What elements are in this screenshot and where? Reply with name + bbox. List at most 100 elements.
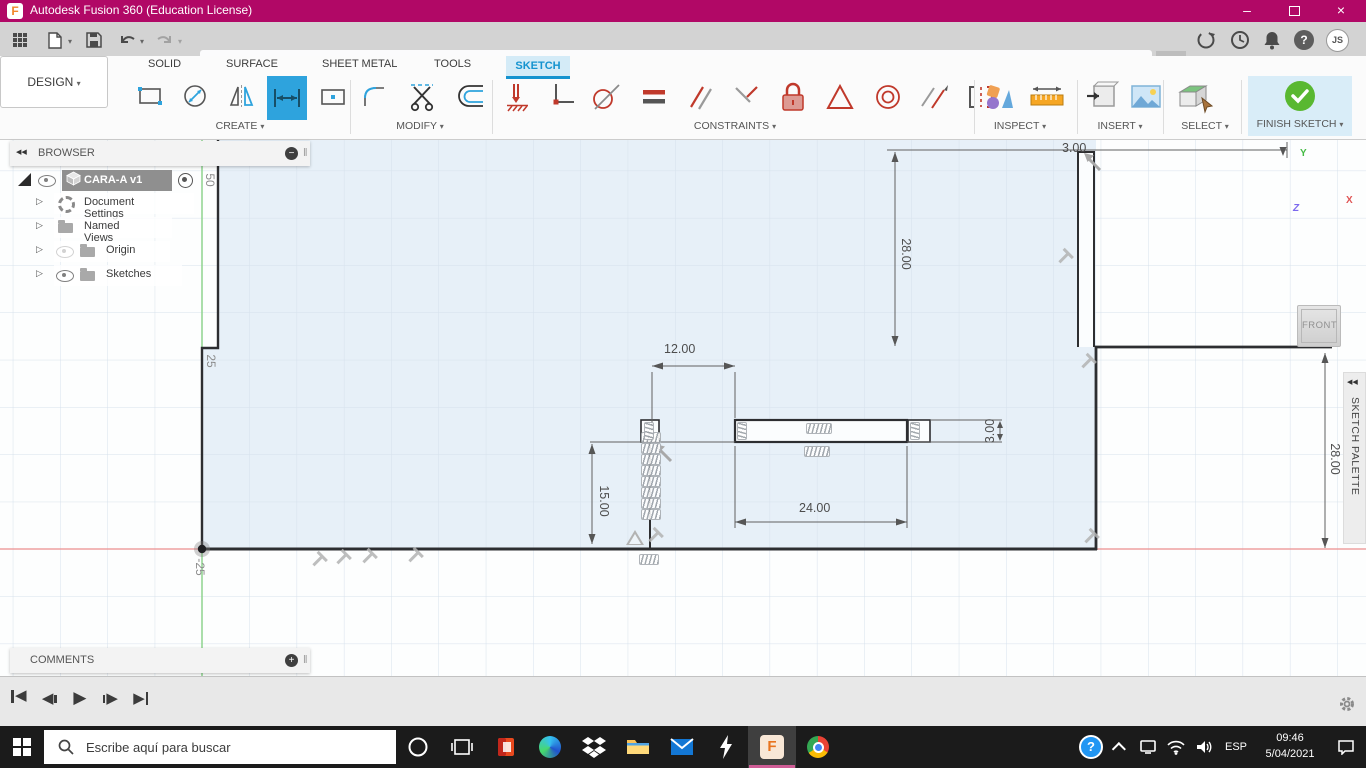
comments-grip-icon[interactable]: ‖ bbox=[303, 654, 308, 666]
mail-app-icon[interactable] bbox=[660, 726, 704, 768]
taskbar-clock[interactable]: 09:46 5/04/2021 bbox=[1254, 731, 1326, 763]
cortana-button[interactable] bbox=[396, 726, 440, 768]
tangent-constraint-icon[interactable] bbox=[585, 78, 629, 118]
rectangle-tool-icon[interactable] bbox=[132, 78, 172, 118]
row-label[interactable]: Origin bbox=[106, 244, 135, 256]
tray-help-icon[interactable]: ? bbox=[1074, 726, 1108, 768]
browser-panel-header[interactable]: ◀◀ BROWSER − ‖ bbox=[10, 141, 310, 166]
equal-constraint-glyph[interactable] bbox=[644, 422, 654, 440]
office-app-icon[interactable] bbox=[484, 726, 528, 768]
trim-tool-icon[interactable] bbox=[402, 78, 446, 118]
collinear-constraint-icon[interactable] bbox=[914, 78, 956, 118]
group-create-label[interactable]: CREATE ▾ bbox=[190, 120, 290, 132]
group-select-label[interactable]: SELECT ▾ bbox=[1155, 120, 1255, 132]
chrome-app-icon[interactable] bbox=[796, 726, 840, 768]
dimension-label-12[interactable]: 12.00 bbox=[664, 342, 695, 356]
point-tool-icon[interactable] bbox=[312, 78, 354, 118]
collapse-browser-icon[interactable]: ◀◀ bbox=[16, 148, 27, 156]
user-avatar[interactable]: JS bbox=[1326, 29, 1349, 52]
parallel-constraint-icon[interactable] bbox=[680, 78, 722, 118]
fillet-tool-icon[interactable] bbox=[356, 78, 398, 118]
dimension-label-28-right[interactable]: 28.00 bbox=[1328, 443, 1342, 474]
tab-solid[interactable]: SOLID bbox=[148, 58, 181, 70]
equal-constraint-glyph[interactable] bbox=[641, 465, 661, 476]
file-menu-caret-icon[interactable]: ▾ bbox=[68, 37, 72, 46]
tab-surface[interactable]: SURFACE bbox=[226, 58, 278, 70]
midpoint-constraint-icon[interactable] bbox=[819, 78, 863, 118]
file-icon[interactable] bbox=[48, 32, 62, 49]
equal-constraint-glyph[interactable] bbox=[641, 487, 661, 498]
dimension-label-3-top[interactable]: 3.00 bbox=[1062, 141, 1086, 155]
row-label[interactable]: Sketches bbox=[106, 268, 151, 280]
mirror-tool-icon[interactable] bbox=[221, 78, 263, 118]
select-tool-icon[interactable] bbox=[1172, 78, 1222, 118]
tray-connect-icon[interactable] bbox=[1134, 726, 1162, 768]
browser-minus-badge[interactable]: − bbox=[285, 147, 298, 160]
expander-icon[interactable]: ▷ bbox=[36, 220, 43, 231]
group-constraints-label[interactable]: CONSTRAINTS ▾ bbox=[680, 120, 790, 132]
equal-constraint-icon[interactable] bbox=[633, 78, 675, 118]
visibility-eye-off-icon[interactable] bbox=[56, 246, 74, 258]
equal-constraint-glyph[interactable] bbox=[641, 454, 661, 465]
workspace-selector[interactable]: DESIGN ▾ bbox=[0, 56, 108, 108]
expand-palette-icon[interactable]: ◀◀ bbox=[1347, 378, 1358, 386]
go-to-start-button[interactable]: ◀ bbox=[6, 685, 32, 707]
task-view-button[interactable] bbox=[440, 726, 484, 768]
tray-wifi-icon[interactable] bbox=[1162, 726, 1190, 768]
notifications-bell-icon[interactable] bbox=[1262, 30, 1282, 50]
job-status-icon[interactable] bbox=[1196, 30, 1216, 50]
offset-tool-icon[interactable] bbox=[451, 78, 495, 118]
visibility-eye-icon[interactable] bbox=[56, 270, 74, 282]
fix-unfix-constraint-icon[interactable] bbox=[773, 78, 815, 118]
equal-constraint-glyph[interactable] bbox=[641, 476, 661, 487]
equal-constraint-glyph[interactable] bbox=[641, 443, 661, 454]
file-explorer-icon[interactable] bbox=[616, 726, 660, 768]
equal-constraint-glyph[interactable] bbox=[737, 422, 747, 440]
dimension-label-24[interactable]: 24.00 bbox=[799, 501, 830, 515]
measure-tool-icon[interactable] bbox=[980, 78, 1022, 118]
language-indicator[interactable]: ESP bbox=[1218, 726, 1254, 768]
comments-panel-header[interactable]: COMMENTS + ‖ bbox=[10, 648, 310, 673]
circle-tool-icon[interactable] bbox=[176, 78, 216, 118]
go-to-end-button[interactable]: ▶ bbox=[128, 688, 154, 710]
timeline-settings-gear-icon[interactable] bbox=[1338, 695, 1356, 713]
comments-plus-badge[interactable]: + bbox=[285, 654, 298, 667]
equal-constraint-glyph[interactable] bbox=[641, 509, 661, 520]
sketch-dimension-tool-icon-active[interactable] bbox=[267, 76, 308, 120]
expander-icon[interactable]: ▷ bbox=[36, 244, 43, 255]
tray-chevron-icon[interactable] bbox=[1108, 726, 1134, 768]
lightning-app-icon[interactable] bbox=[704, 726, 748, 768]
maximize-button[interactable] bbox=[1271, 0, 1317, 22]
equal-constraint-glyph[interactable] bbox=[804, 446, 830, 457]
redo-caret-icon[interactable]: ▾ bbox=[178, 37, 182, 46]
midpoint-constraint-glyph[interactable] bbox=[626, 530, 644, 545]
sketch-canvas[interactable]: 12.00 24.00 3.00 3.00 15.00 28.00 28.00 … bbox=[0, 140, 1366, 711]
view-cube-front-face[interactable]: FRONT bbox=[1301, 309, 1337, 343]
action-center-icon[interactable] bbox=[1326, 726, 1366, 768]
equal-constraint-glyph[interactable] bbox=[639, 554, 659, 565]
recent-clock-icon[interactable] bbox=[1230, 30, 1250, 50]
tray-volume-icon[interactable] bbox=[1190, 726, 1218, 768]
expander-icon[interactable]: ▷ bbox=[36, 268, 43, 279]
step-back-button[interactable]: ◀ bbox=[36, 688, 62, 710]
search-input[interactable] bbox=[84, 738, 368, 756]
view-cube[interactable]: FRONT bbox=[1297, 305, 1341, 347]
redo-icon[interactable] bbox=[156, 32, 174, 48]
close-button[interactable]: × bbox=[1318, 0, 1364, 22]
sketch-geometry[interactable] bbox=[0, 140, 1366, 676]
perpendicular-constraint-icon[interactable] bbox=[726, 78, 768, 118]
tab-tools[interactable]: TOOLS bbox=[434, 58, 471, 70]
activate-component-radio[interactable] bbox=[178, 173, 193, 188]
data-panel-grid-icon[interactable] bbox=[12, 32, 28, 48]
group-modify-label[interactable]: MODIFY ▾ bbox=[370, 120, 470, 132]
expander-icon[interactable]: ▷ bbox=[36, 196, 43, 207]
undo-caret-icon[interactable]: ▾ bbox=[140, 37, 144, 46]
ruler-icon[interactable] bbox=[1026, 78, 1070, 118]
visibility-eye-icon[interactable] bbox=[38, 175, 56, 187]
coincident-constraint-icon[interactable] bbox=[498, 78, 538, 118]
sketch-palette-tab[interactable]: ◀◀ SKETCH PALETTE bbox=[1343, 372, 1366, 544]
vertical-constraint-icon[interactable] bbox=[542, 78, 580, 118]
dimension-label-15[interactable]: 15.00 bbox=[597, 485, 611, 516]
step-forward-button[interactable]: ▶ bbox=[97, 688, 123, 710]
dimension-label-28-left[interactable]: 28.00 bbox=[899, 238, 913, 269]
